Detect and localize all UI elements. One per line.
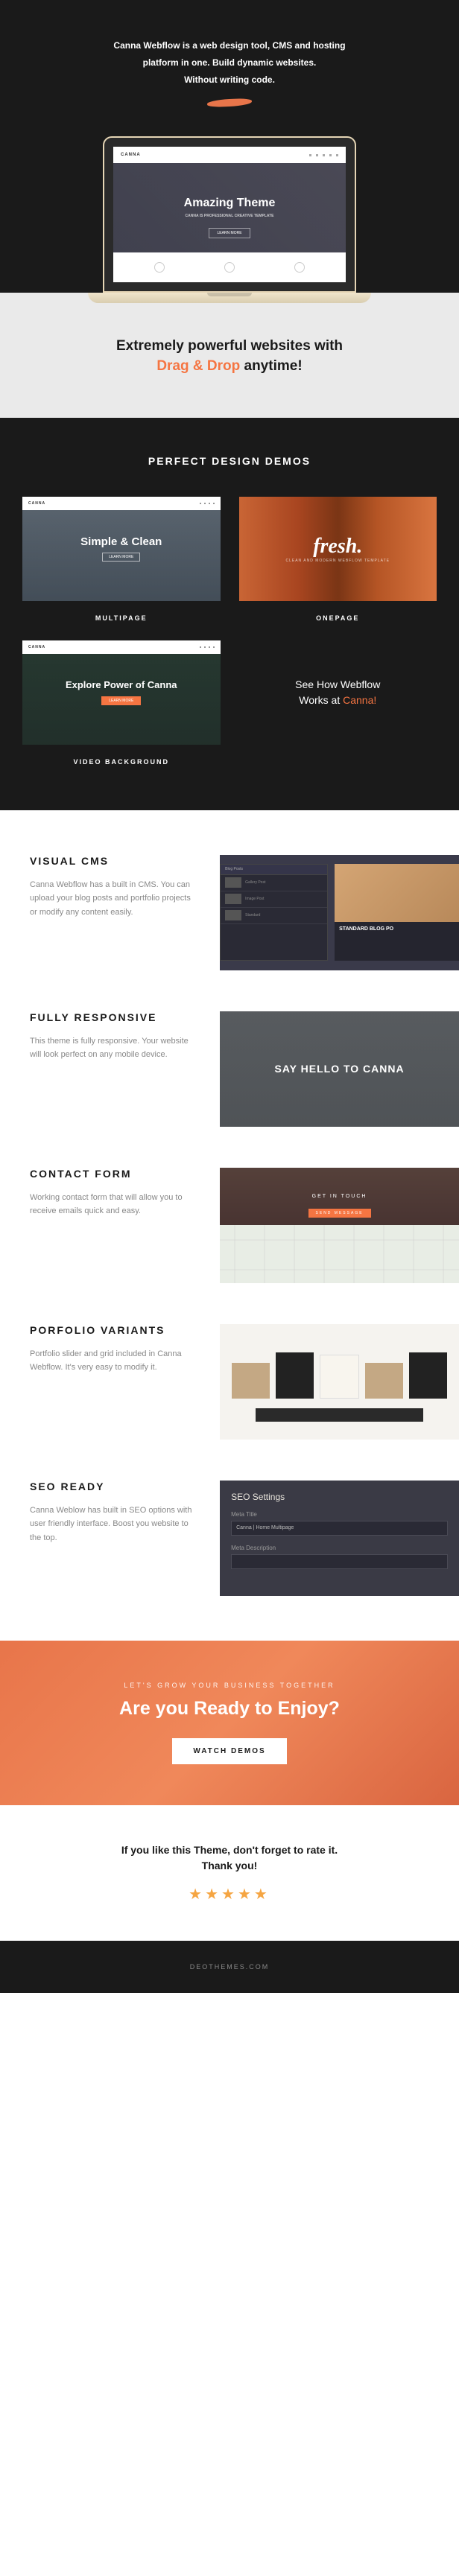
responsive-screenshot: SAY HELLO TO CANNA xyxy=(220,1011,459,1127)
rate-line2: Thank you! xyxy=(15,1858,444,1874)
laptop-base-wrap xyxy=(0,293,459,303)
hero-line1: Canna Webflow is a web design tool, CMS … xyxy=(80,37,379,54)
star-rating-icon: ★★★★★ xyxy=(15,1885,444,1904)
rate-line1: If you like this Theme, don't forget to … xyxy=(15,1842,444,1858)
seo-heading: SEO Settings xyxy=(231,1492,448,1502)
demo-webflow-text[interactable]: See How Webflow Works at Canna! xyxy=(239,640,437,745)
responsive-text: SAY HELLO TO CANNA xyxy=(275,1063,405,1075)
screen-hero: Amazing Theme CANNA IS PROFESSIONAL CREA… xyxy=(113,163,346,238)
feature-title: CONTACT FORM xyxy=(30,1168,197,1180)
features-section: VISUAL CMS Canna Webflow has a built in … xyxy=(0,810,459,1641)
powerful-heading: Extremely powerful websites with Drag & … xyxy=(15,337,444,376)
screen-nav: CANNA xyxy=(113,147,346,163)
feature-desc: Working contact form that will allow you… xyxy=(30,1191,197,1218)
footer: DEOTHEMES.COM xyxy=(0,1941,459,1993)
demo-nav: CANNA xyxy=(22,497,221,510)
feature-icon xyxy=(294,262,305,273)
cta-small: LET'S GROW YOUR BUSINESS TOGETHER xyxy=(15,1682,444,1689)
screen-content: CANNA Amazing Theme CANNA IS PROFESSIONA… xyxy=(113,147,346,282)
screen-menu xyxy=(309,154,338,156)
hero-line2: platform in one. Build dynamic websites. xyxy=(80,54,379,71)
demo-nav: CANNA xyxy=(22,640,221,654)
laptop-base xyxy=(88,293,371,303)
demo-thumb: CANNA Explore Power of Canna LEARN MORE xyxy=(22,640,221,745)
feature-title: SEO READY xyxy=(30,1481,197,1492)
hero-line3: Without writing code. xyxy=(80,71,379,89)
footer-text[interactable]: DEOTHEMES.COM xyxy=(190,1963,270,1971)
rate-section: If you like this Theme, don't forget to … xyxy=(0,1805,459,1941)
watch-demos-button[interactable]: WATCH DEMOS xyxy=(172,1738,286,1764)
hero-dark-section: Canna Webflow is a web design tool, CMS … xyxy=(0,0,459,293)
feature-contact: CONTACT FORM Working contact form that w… xyxy=(30,1168,429,1283)
feature-desc: Canna Weblow has built in SEO options wi… xyxy=(30,1504,197,1545)
demo-subtitle: CLEAN AND MODERN WEBFLOW TEMPLATE xyxy=(286,559,390,563)
feature-visual-cms: VISUAL CMS Canna Webflow has a built in … xyxy=(30,855,429,970)
screen-features xyxy=(113,252,346,282)
demos-heading: PERFECT DESIGN DEMOS xyxy=(22,455,437,467)
seo-label: Meta Description xyxy=(231,1545,448,1551)
brush-stroke-icon xyxy=(207,98,252,108)
demo-card-multipage[interactable]: CANNA Simple & Clean LEARN MORE MULTIPAG… xyxy=(22,497,221,622)
seo-label: Meta Title xyxy=(231,1511,448,1518)
feature-seo: SEO READY Canna Weblow has built in SEO … xyxy=(30,1481,429,1596)
feature-desc: This theme is fully responsive. Your web… xyxy=(30,1034,197,1062)
cta-heading: Are you Ready to Enjoy? xyxy=(15,1698,444,1720)
screen-subtitle: CANNA IS PROFESSIONAL CREATIVE TEMPLATE xyxy=(113,213,346,220)
demo-btn: LEARN MORE xyxy=(102,553,140,562)
webflow-line2: Works at Canna! xyxy=(299,693,376,708)
demos-section: PERFECT DESIGN DEMOS CANNA Simple & Clea… xyxy=(0,418,459,810)
demo-label: MULTIPAGE xyxy=(22,614,221,622)
seo-field: Canna | Home Multipage xyxy=(231,1521,448,1536)
screen-button: LEARN MORE xyxy=(209,228,250,238)
demo-card-video[interactable]: CANNA Explore Power of Canna LEARN MORE … xyxy=(22,640,221,766)
feature-icon xyxy=(224,262,235,273)
demo-title: fresh. xyxy=(313,535,362,559)
feature-desc: Portfolio slider and grid included in Ca… xyxy=(30,1347,197,1375)
demo-thumb: CANNA Simple & Clean LEARN MORE xyxy=(22,497,221,601)
powerful-section: Extremely powerful websites with Drag & … xyxy=(0,303,459,417)
cms-screenshot: Blog Posts Gallery Post Image Post Stand… xyxy=(220,855,459,970)
feature-responsive: FULLY RESPONSIVE This theme is fully res… xyxy=(30,1011,429,1127)
feature-portfolio: PORFOLIO VARIANTS Portfolio slider and g… xyxy=(30,1324,429,1440)
demo-title: Simple & Clean xyxy=(80,535,162,548)
webflow-line1: See How Webflow xyxy=(295,677,380,693)
cta-section: LET'S GROW YOUR BUSINESS TOGETHER Are yo… xyxy=(0,1641,459,1805)
demo-btn: LEARN MORE xyxy=(101,696,141,705)
demo-label: VIDEO BACKGROUND xyxy=(22,758,221,766)
feature-icon xyxy=(154,262,165,273)
contact-screenshot: GET IN TOUCHSEND MESSAGE xyxy=(220,1168,459,1283)
demo-thumb: fresh. CLEAN AND MODERN WEBFLOW TEMPLATE xyxy=(239,497,437,601)
screen-logo: CANNA xyxy=(121,153,141,157)
demo-grid: CANNA Simple & Clean LEARN MORE MULTIPAG… xyxy=(22,497,437,766)
laptop-screen: CANNA Amazing Theme CANNA IS PROFESSIONA… xyxy=(103,136,356,293)
laptop-mockup: CANNA Amazing Theme CANNA IS PROFESSIONA… xyxy=(88,136,371,293)
portfolio-screenshot xyxy=(220,1324,459,1440)
feature-title: VISUAL CMS xyxy=(30,855,197,867)
demo-card-onepage[interactable]: fresh. CLEAN AND MODERN WEBFLOW TEMPLATE… xyxy=(239,497,437,622)
feature-title: PORFOLIO VARIANTS xyxy=(30,1324,197,1336)
feature-title: FULLY RESPONSIVE xyxy=(30,1011,197,1023)
demo-label: ONEPAGE xyxy=(239,614,437,622)
feature-desc: Canna Webflow has a built in CMS. You ca… xyxy=(30,878,197,920)
seo-screenshot: SEO Settings Meta Title Canna | Home Mul… xyxy=(220,1481,459,1596)
seo-field xyxy=(231,1554,448,1569)
demo-title: Explore Power of Canna xyxy=(66,679,177,690)
screen-title: Amazing Theme xyxy=(113,197,346,210)
